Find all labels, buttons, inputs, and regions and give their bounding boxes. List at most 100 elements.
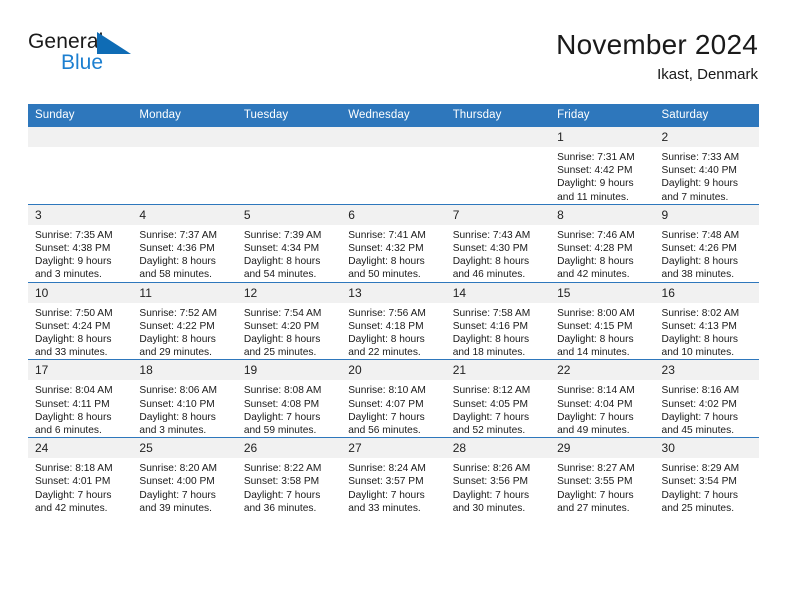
- calendar-day-cell[interactable]: 2 Sunrise: 7:33 AM Sunset: 4:40 PM Daylight…: [654, 126, 759, 205]
- calendar-day-cell[interactable]: 3 Sunrise: 7:35 AM Sunset: 4:38 PM Daylight…: [28, 203, 133, 283]
- day-number: 15: [550, 282, 655, 303]
- calendar-day-cell[interactable]: 11 Sunrise: 7:52 AM Sunset: 4:22 PM Dayligh…: [132, 281, 237, 360]
- page-title: November 2024: [556, 29, 758, 60]
- daylight-text-line2: and 7 minutes.: [661, 191, 729, 203]
- calendar-day-cell[interactable]: 24 Sunrise: 8:18 AM Sunset: 4:01 PM Dayligh…: [28, 437, 133, 516]
- calendar-day-cell[interactable]: 25 Sunrise: 8:20 AM Sunset: 4:00 PM Dayligh…: [132, 437, 237, 516]
- sunrise-text: Sunrise: 7:50 AM: [35, 307, 113, 319]
- day-sun-info: Sunrise: 8:10 AM Sunset: 4:07 PM Daylight:…: [341, 380, 445, 437]
- calendar-day-cell[interactable]: 30 Sunrise: 8:29 AM Sunset: 3:54 PM Dayligh…: [654, 437, 759, 516]
- sunset-text: Sunset: 4:15 PM: [557, 320, 633, 332]
- calendar-day-cell[interactable]: 10 Sunrise: 7:50 AM Sunset: 4:24 PM Dayligh…: [28, 281, 133, 360]
- daylight-text-line2: and 56 minutes.: [348, 425, 421, 437]
- day-sun-info: Sunrise: 7:46 AM Sunset: 4:28 PM Daylight:…: [550, 225, 654, 282]
- calendar-day-cell[interactable]: 4 Sunrise: 7:37 AM Sunset: 4:36 PM Daylight…: [132, 203, 237, 283]
- calendar-day-cell[interactable]: 13 Sunrise: 7:56 AM Sunset: 4:18 PM Dayligh…: [341, 281, 446, 360]
- sunset-text: Sunset: 4:07 PM: [348, 398, 424, 410]
- sunset-text: Sunset: 3:57 PM: [348, 476, 424, 488]
- daylight-text-line1: Daylight: 9 hours: [557, 178, 634, 190]
- sunrise-text: Sunrise: 8:20 AM: [139, 463, 218, 475]
- day-number: 16: [654, 282, 759, 303]
- day-sun-info: Sunrise: 7:31 AM Sunset: 4:42 PM Daylight:…: [550, 147, 654, 204]
- sunrise-text: Sunrise: 8:29 AM: [661, 463, 740, 475]
- calendar-day-cell[interactable]: 16 Sunrise: 8:02 AM Sunset: 4:13 PM Dayligh…: [654, 281, 759, 360]
- day-sun-info: Sunrise: 8:02 AM Sunset: 4:13 PM Daylight:…: [655, 303, 759, 360]
- calendar-day-cell[interactable]: 19 Sunrise: 8:08 AM Sunset: 4:08 PM Dayligh…: [236, 359, 342, 438]
- calendar-day-cell[interactable]: 6 Sunrise: 7:41 AM Sunset: 4:32 PM Daylight…: [341, 203, 446, 283]
- daylight-text-line2: and 42 minutes.: [35, 502, 108, 514]
- day-number: 11: [132, 282, 237, 303]
- calendar-day-cell[interactable]: 18 Sunrise: 8:06 AM Sunset: 4:10 PM Dayligh…: [132, 359, 237, 438]
- day-number: 28: [445, 438, 551, 459]
- daylight-text-line1: Daylight: 8 hours: [35, 411, 112, 423]
- calendar-day-cell-empty: [445, 126, 551, 205]
- day-number: 25: [132, 438, 237, 459]
- day-number: [236, 127, 342, 147]
- daylight-text-line1: Daylight: 8 hours: [452, 256, 530, 268]
- calendar-day-cell-empty: [132, 126, 237, 205]
- daylight-text-line1: Daylight: 8 hours: [243, 334, 321, 346]
- brand-logo[interactable]: General Blue: [28, 28, 168, 84]
- day-sun-info: Sunrise: 7:56 AM Sunset: 4:18 PM Daylight:…: [341, 303, 445, 360]
- calendar-day-cell[interactable]: 23 Sunrise: 8:16 AM Sunset: 4:02 PM Dayligh…: [654, 359, 759, 438]
- daylight-text-line2: and 33 minutes.: [35, 347, 108, 359]
- calendar-day-cell[interactable]: 9 Sunrise: 7:48 AM Sunset: 4:26 PM Daylight…: [654, 203, 759, 283]
- day-number: 4: [132, 204, 237, 225]
- calendar-day-cell[interactable]: 1 Sunrise: 7:31 AM Sunset: 4:42 PM Daylight…: [550, 126, 655, 205]
- day-number: 6: [341, 204, 446, 225]
- title-block: November 2024 Ikast, Denmark: [556, 28, 758, 86]
- calendar-day-cell[interactable]: 8 Sunrise: 7:46 AM Sunset: 4:28 PM Daylight…: [550, 203, 655, 283]
- daylight-text-line1: Daylight: 8 hours: [35, 334, 112, 346]
- calendar-day-cell[interactable]: 29 Sunrise: 8:27 AM Sunset: 3:55 PM Dayligh…: [550, 437, 655, 516]
- daylight-text-line2: and 22 minutes.: [348, 347, 421, 359]
- brand-name-blue: Blue: [61, 51, 104, 74]
- day-sun-info: Sunrise: 8:24 AM Sunset: 3:57 PM Daylight:…: [341, 458, 445, 515]
- sunset-text: Sunset: 4:11 PM: [35, 398, 110, 410]
- calendar-day-cell[interactable]: 12 Sunrise: 7:54 AM Sunset: 4:20 PM Dayligh…: [236, 281, 342, 360]
- sunrise-text: Sunrise: 7:56 AM: [348, 307, 426, 319]
- sunrise-text: Sunrise: 7:31 AM: [557, 152, 635, 163]
- day-sun-info: Sunrise: 8:26 AM Sunset: 3:56 PM Daylight:…: [446, 458, 550, 515]
- sunrise-text: Sunrise: 7:33 AM: [661, 152, 740, 163]
- sunrise-text: Sunrise: 7:48 AM: [661, 229, 740, 241]
- sunrise-text: Sunrise: 8:16 AM: [661, 385, 740, 397]
- weekday-header-wednesday: Wednesday: [341, 104, 446, 127]
- calendar-day-cell[interactable]: 14 Sunrise: 7:58 AM Sunset: 4:16 PM Dayligh…: [445, 281, 551, 360]
- day-number: 26: [236, 438, 342, 459]
- day-sun-info: Sunrise: 8:00 AM Sunset: 4:15 PM Daylight:…: [550, 303, 654, 360]
- day-sun-info: Sunrise: 8:14 AM Sunset: 4:04 PM Daylight:…: [550, 380, 654, 437]
- sunrise-sunset-calendar-table: Sunday Monday Tuesday Wednesday Thursday…: [28, 104, 759, 516]
- daylight-text-line2: and 50 minutes.: [348, 269, 421, 281]
- day-number: [341, 127, 446, 147]
- calendar-day-cell[interactable]: 15 Sunrise: 8:00 AM Sunset: 4:15 PM Dayligh…: [550, 281, 655, 360]
- calendar-day-cell-empty: [28, 126, 133, 205]
- sunrise-text: Sunrise: 7:41 AM: [348, 229, 426, 241]
- sunset-text: Sunset: 3:58 PM: [243, 476, 320, 488]
- daylight-text-line1: Daylight: 8 hours: [557, 256, 634, 268]
- day-number: 29: [550, 438, 655, 459]
- daylight-text-line1: Daylight: 9 hours: [35, 256, 112, 268]
- sunset-text: Sunset: 4:20 PM: [243, 320, 320, 332]
- calendar-day-cell[interactable]: 21 Sunrise: 8:12 AM Sunset: 4:05 PM Dayligh…: [445, 359, 551, 438]
- day-number: [28, 127, 133, 147]
- calendar-day-cell[interactable]: 17 Sunrise: 8:04 AM Sunset: 4:11 PM Dayligh…: [28, 359, 133, 438]
- calendar-day-cell[interactable]: 5 Sunrise: 7:39 AM Sunset: 4:34 PM Daylight…: [236, 203, 342, 283]
- daylight-text-line2: and 29 minutes.: [139, 347, 212, 359]
- sunset-text: Sunset: 4:05 PM: [452, 398, 529, 410]
- sunset-text: Sunset: 4:18 PM: [348, 320, 424, 332]
- sunrise-text: Sunrise: 7:54 AM: [243, 307, 322, 319]
- calendar-day-cell[interactable]: 27 Sunrise: 8:24 AM Sunset: 3:57 PM Dayligh…: [341, 437, 446, 516]
- calendar-day-cell[interactable]: 28 Sunrise: 8:26 AM Sunset: 3:56 PM Dayligh…: [445, 437, 551, 516]
- daylight-text-line2: and 3 minutes.: [35, 269, 102, 281]
- sunrise-text: Sunrise: 7:46 AM: [557, 229, 635, 241]
- calendar-day-cell[interactable]: 7 Sunrise: 7:43 AM Sunset: 4:30 PM Daylight…: [445, 203, 551, 283]
- day-number: 21: [445, 360, 551, 381]
- daylight-text-line1: Daylight: 8 hours: [139, 334, 216, 346]
- weekday-header-monday: Monday: [132, 104, 237, 127]
- calendar-day-cell[interactable]: 26 Sunrise: 8:22 AM Sunset: 3:58 PM Dayligh…: [236, 437, 342, 516]
- sunset-text: Sunset: 4:02 PM: [661, 398, 737, 410]
- daylight-text-line1: Daylight: 9 hours: [661, 178, 738, 190]
- day-number: 30: [654, 438, 759, 459]
- calendar-day-cell[interactable]: 20 Sunrise: 8:10 AM Sunset: 4:07 PM Dayligh…: [341, 359, 446, 438]
- calendar-day-cell[interactable]: 22 Sunrise: 8:14 AM Sunset: 4:04 PM Dayligh…: [550, 359, 655, 438]
